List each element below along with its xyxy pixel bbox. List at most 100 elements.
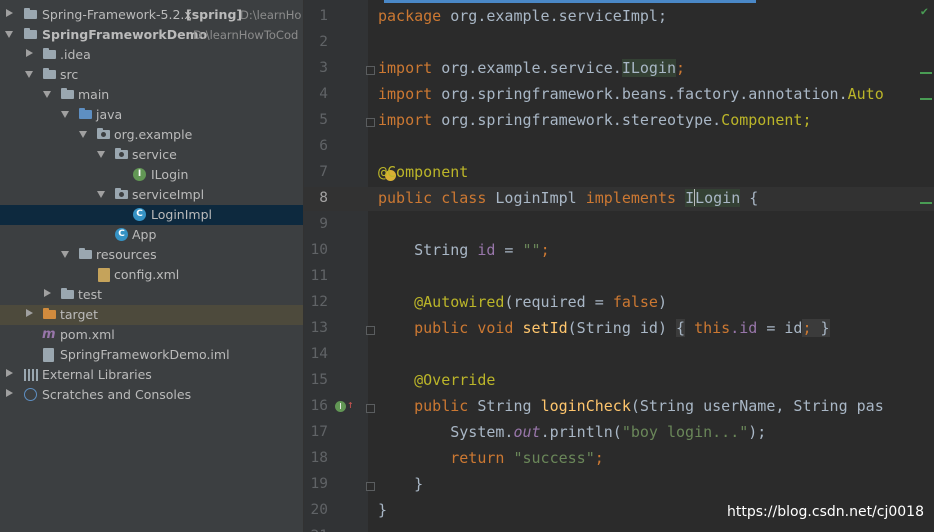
expand-arrow-icon[interactable] xyxy=(26,309,33,317)
interface-ref-start: I xyxy=(685,189,695,207)
import-path: org.springframework.beans.factory.annota… xyxy=(432,85,848,103)
annotation-at: @ xyxy=(378,163,388,181)
collapse-arrow-icon[interactable] xyxy=(79,131,87,138)
tree-label: Spring-Framework-5.2.x xyxy=(42,7,192,22)
tree-row-idea[interactable]: .idea xyxy=(0,45,303,65)
tree-row-external-libraries[interactable]: External Libraries xyxy=(0,365,303,385)
scroll-marker[interactable] xyxy=(920,72,932,74)
tree-row-scratches[interactable]: Scratches and Consoles xyxy=(0,385,303,405)
tree-row-loginimpl[interactable]: C LoginImpl xyxy=(0,205,303,225)
tree-row-service[interactable]: service xyxy=(0,145,303,165)
excluded-folder-icon xyxy=(43,308,56,319)
import-class: Auto xyxy=(847,85,884,103)
tree-row-resources[interactable]: resources xyxy=(0,245,303,265)
tree-label: External Libraries xyxy=(42,367,152,382)
open-brace: { xyxy=(740,189,759,207)
tree-row-springframeworkdemo[interactable]: SpringFrameworkDemo D:\learnHowToCod xyxy=(0,25,303,45)
fold-toggle-icon[interactable] xyxy=(366,326,375,335)
keyword: void xyxy=(477,319,514,337)
fold-toggle-icon[interactable] xyxy=(366,118,375,127)
scroll-marker[interactable] xyxy=(920,202,932,204)
collapse-arrow-icon[interactable] xyxy=(97,151,105,158)
line-number: 20 xyxy=(310,502,328,518)
keyword: import xyxy=(378,111,433,129)
code-line-3: import org.example.service.ILogin; xyxy=(378,59,685,77)
expand-arrow-icon[interactable] xyxy=(6,9,13,17)
tree-row-iml[interactable]: SpringFrameworkDemo.iml xyxy=(0,345,303,365)
tree-label: SpringFrameworkDemo xyxy=(42,27,208,42)
xml-file-icon xyxy=(98,268,110,282)
folder-icon xyxy=(43,68,56,79)
line-number: 5 xyxy=(319,112,328,128)
tree-row-src[interactable]: src xyxy=(0,65,303,85)
code-line-17: @Override xyxy=(378,371,495,389)
line-number: 15 xyxy=(310,372,328,388)
code-line-21: } xyxy=(378,475,423,493)
semicolon: ; xyxy=(802,319,812,337)
collapse-arrow-icon[interactable] xyxy=(43,91,51,98)
scroll-marker[interactable] xyxy=(920,98,932,100)
tree-row-config-xml[interactable]: config.xml xyxy=(0,265,303,285)
fold-toggle-icon[interactable] xyxy=(366,66,375,75)
fold-toggle-icon[interactable] xyxy=(366,404,375,413)
expand-arrow-icon[interactable] xyxy=(26,49,33,57)
collapse-arrow-icon[interactable] xyxy=(61,251,69,258)
code-editor[interactable]: ✔ 1 2 3 4 5 6 7 8 9 10 11 12 13 14 15 16… xyxy=(304,0,934,532)
watermark: https://blog.csdn.net/cj0018 xyxy=(727,504,924,520)
module-folder-icon xyxy=(24,8,37,19)
class-ref: System. xyxy=(450,423,514,441)
tree-row-serviceimpl[interactable]: serviceImpl xyxy=(0,185,303,205)
package-icon xyxy=(97,128,110,139)
line-number: 21 xyxy=(304,528,328,532)
resources-folder-icon xyxy=(79,248,92,259)
class-icon: C xyxy=(115,228,128,241)
code-line-1: package org.example.serviceImpl; xyxy=(378,7,667,25)
tree-row-app[interactable]: C App xyxy=(0,225,303,245)
tree-label: main xyxy=(78,87,110,102)
implementing-method-icon[interactable]: I xyxy=(335,401,346,412)
keyword: return xyxy=(450,449,505,467)
collapse-arrow-icon[interactable] xyxy=(61,111,69,118)
line-number: 14 xyxy=(310,346,328,362)
tree-row-org-example[interactable]: org.example xyxy=(0,125,303,145)
tree-row-java[interactable]: java xyxy=(0,105,303,125)
tree-row-ilogin[interactable]: I ILogin xyxy=(0,165,303,185)
string-literal: "success" xyxy=(513,449,595,467)
tree-suffix: [spring] xyxy=(186,7,243,22)
keyword: class xyxy=(441,189,487,207)
collapse-arrow-icon[interactable] xyxy=(5,31,13,38)
method-name: setId xyxy=(522,319,568,337)
folder-icon xyxy=(61,88,74,99)
tree-row-main[interactable]: main xyxy=(0,85,303,105)
expand-arrow-icon[interactable] xyxy=(44,289,51,297)
semicolon: ; xyxy=(594,449,604,467)
tree-label: App xyxy=(132,227,157,242)
expand-arrow-icon[interactable] xyxy=(6,389,13,397)
fold-toggle-icon[interactable] xyxy=(366,482,375,491)
tree-row-test[interactable]: test xyxy=(0,285,303,305)
tree-label: pom.xml xyxy=(60,327,115,342)
source-folder-icon xyxy=(79,108,92,119)
code-line-13: public void setId(String id) { this.id =… xyxy=(378,319,830,337)
tab-underline xyxy=(384,0,756,3)
line-number: 17 xyxy=(310,424,328,440)
tree-row-spring-framework[interactable]: Spring-Framework-5.2.x [spring] D:\learn… xyxy=(0,5,303,25)
line-number: 6 xyxy=(319,138,328,154)
collapse-arrow-icon[interactable] xyxy=(97,191,105,198)
string-literal: "boy login..." xyxy=(621,423,749,441)
interface-icon: I xyxy=(133,168,146,181)
code-line-4: import org.springframework.beans.factory… xyxy=(378,85,884,103)
code-line-19: System.out.println("boy login..."); xyxy=(378,423,766,441)
keyword: public xyxy=(378,189,433,207)
code-line-20: return "success"; xyxy=(378,449,604,467)
tree-row-target[interactable]: target xyxy=(0,305,303,325)
folded-brace: } xyxy=(811,319,830,337)
line-number: 12 xyxy=(310,294,328,310)
expand-arrow-icon[interactable] xyxy=(6,369,13,377)
interface-ref: ILogin xyxy=(621,59,677,77)
collapse-arrow-icon[interactable] xyxy=(25,71,33,78)
close-brace: } xyxy=(378,501,388,519)
tree-row-pom-xml[interactable]: m pom.xml xyxy=(0,325,303,345)
import-path: org.springframework.stereotype. xyxy=(432,111,722,129)
check-icon: ✔ xyxy=(920,4,928,18)
